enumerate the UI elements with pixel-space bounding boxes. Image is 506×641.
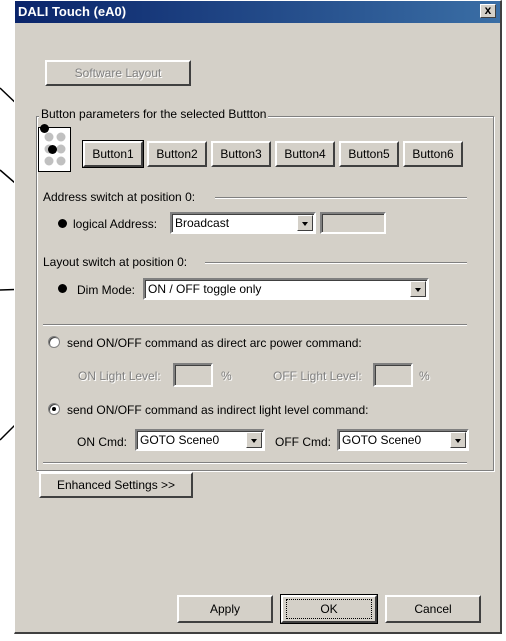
ok-button[interactable]: OK xyxy=(280,594,378,624)
dim-mode-label: Dim Mode: xyxy=(77,283,136,297)
on-percent-label: % xyxy=(221,369,232,383)
off-cmd-value: GOTO Scene0 xyxy=(342,433,422,447)
direct-arc-power-label[interactable]: send ON/OFF command as direct arc power … xyxy=(67,336,362,350)
dim-mode-combo[interactable]: ON / OFF toggle only xyxy=(143,278,429,300)
chevron-down-icon[interactable] xyxy=(246,432,262,448)
annotation-dot xyxy=(40,124,49,133)
enhanced-settings-button[interactable]: Enhanced Settings >> xyxy=(39,472,193,498)
button-parameters-legend: Button parameters for the selected Buttt… xyxy=(39,107,269,121)
button4-tab[interactable]: Button4 xyxy=(275,141,335,167)
logical-address-combo[interactable]: Broadcast xyxy=(170,212,316,234)
apply-button[interactable]: Apply xyxy=(177,595,273,623)
off-percent-label: % xyxy=(419,369,430,383)
off-light-level-field xyxy=(373,363,413,387)
logical-address-value: Broadcast xyxy=(175,216,230,230)
title-bar: DALI Touch (eA0) x xyxy=(15,1,500,23)
dim-mode-value: ON / OFF toggle only xyxy=(148,282,262,296)
button3-tab[interactable]: Button3 xyxy=(211,141,271,167)
close-button[interactable]: x xyxy=(480,4,496,18)
annotation-dot xyxy=(58,284,67,293)
focus-ring xyxy=(286,599,372,619)
dali-touch-dialog: DALI Touch (eA0) x Software Layout Butto… xyxy=(14,0,502,634)
chevron-down-icon[interactable] xyxy=(297,215,313,231)
button6-tab[interactable]: Button6 xyxy=(403,141,463,167)
layout-heading: Layout switch at position 0: xyxy=(43,255,188,269)
command-divider xyxy=(43,324,467,326)
address-divider xyxy=(215,197,467,199)
window-title: DALI Touch (eA0) xyxy=(18,4,127,19)
off-cmd-label: OFF Cmd: xyxy=(275,435,331,449)
on-cmd-value: GOTO Scene0 xyxy=(140,433,220,447)
button1-tab[interactable]: Button1 xyxy=(82,140,144,168)
on-light-level-field xyxy=(173,363,213,387)
annotation-dot xyxy=(58,219,67,228)
logical-address-label: logical Address: xyxy=(73,217,158,231)
off-cmd-combo[interactable]: GOTO Scene0 xyxy=(337,429,469,451)
layout-divider xyxy=(205,262,467,264)
indirect-light-level-label[interactable]: send ON/OFF command as indirect light le… xyxy=(67,403,368,417)
address-heading: Address switch at position 0: xyxy=(43,190,196,204)
off-light-level-label: OFF Light Level: xyxy=(273,369,362,383)
software-layout-button[interactable]: Software Layout xyxy=(45,60,191,86)
button5-tab[interactable]: Button5 xyxy=(339,141,399,167)
annotation-dot xyxy=(48,145,57,154)
chevron-down-icon[interactable] xyxy=(410,281,426,297)
on-cmd-label: ON Cmd: xyxy=(77,435,128,449)
on-light-level-label: ON Light Level: xyxy=(78,369,161,383)
button2-tab[interactable]: Button2 xyxy=(147,141,207,167)
indirect-light-level-radio[interactable] xyxy=(48,403,60,415)
on-cmd-combo[interactable]: GOTO Scene0 xyxy=(135,429,265,451)
enhanced-divider xyxy=(43,462,467,464)
cancel-button[interactable]: Cancel xyxy=(385,595,481,623)
direct-arc-power-radio[interactable] xyxy=(48,336,60,348)
chevron-down-icon[interactable] xyxy=(450,432,466,448)
address-extra-field xyxy=(320,212,386,234)
